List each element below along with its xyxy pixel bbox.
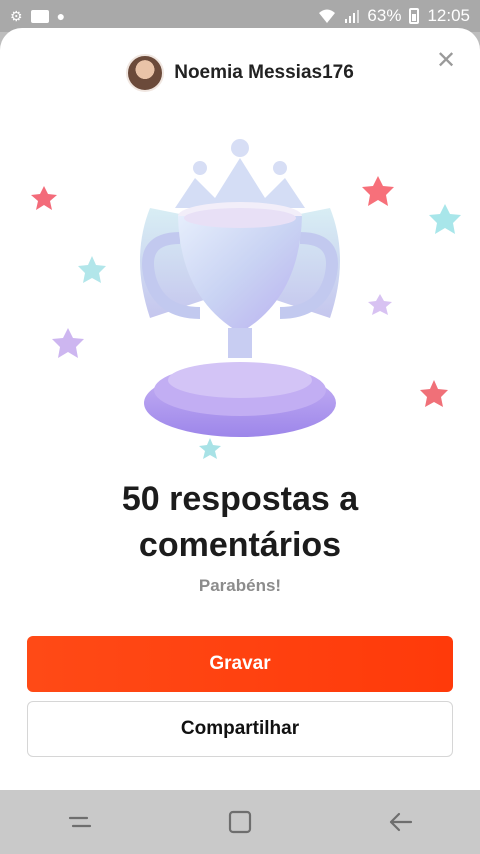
navigation-bar xyxy=(0,790,480,854)
message-icon: ● xyxy=(56,8,66,24)
back-arrow-icon xyxy=(389,812,413,832)
recent-apps-button[interactable] xyxy=(60,802,100,842)
home-button[interactable] xyxy=(220,802,260,842)
share-button[interactable]: Compartilhar xyxy=(27,701,453,757)
achievement-sheet: Noemia Messias176 ✕ 50 respostas a comen… xyxy=(0,28,480,790)
battery-percent: 63% xyxy=(367,6,402,25)
sheet-header: Noemia Messias176 xyxy=(0,52,480,94)
battery-icon xyxy=(409,8,420,24)
clock: 12:05 xyxy=(427,6,470,25)
achievement-title: 50 respostas a comentários xyxy=(121,480,359,564)
record-button[interactable]: Gravar xyxy=(27,636,453,692)
signal-icon xyxy=(345,10,360,23)
close-icon[interactable]: ✕ xyxy=(434,47,458,74)
notification-icon: ⚙ xyxy=(10,7,23,24)
back-button[interactable] xyxy=(380,802,420,842)
home-icon xyxy=(228,810,252,834)
avatar xyxy=(126,54,165,92)
achievement-subtitle: Parabéns! xyxy=(198,576,282,595)
status-icons-right: 63% 12:05 xyxy=(317,6,470,26)
status-icons-left: ⚙ ● xyxy=(10,8,65,25)
username: Noemia Messias176 xyxy=(174,62,354,83)
recent-apps-icon xyxy=(68,816,92,828)
app-notification-icon xyxy=(30,9,49,23)
trophy-illustration xyxy=(31,139,461,459)
wifi-icon xyxy=(319,9,336,23)
